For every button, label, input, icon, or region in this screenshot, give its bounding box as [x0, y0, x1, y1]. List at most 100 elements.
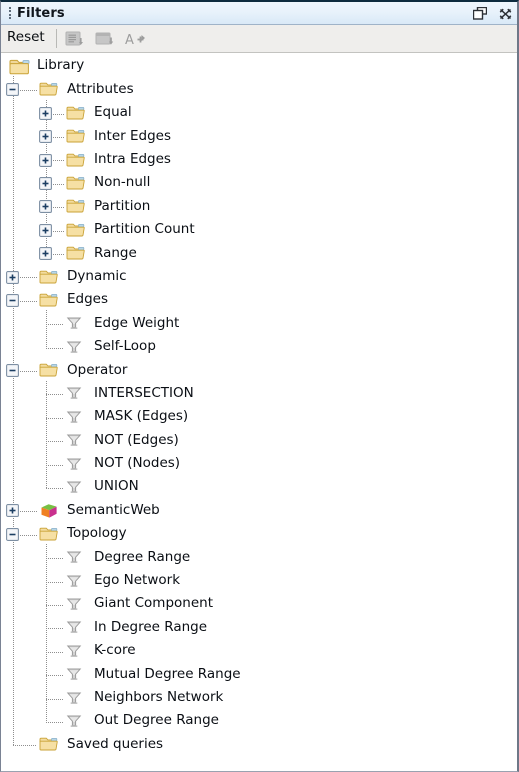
- tree-item-label: Attributes: [67, 80, 134, 97]
- filter-funnel-icon: [66, 666, 82, 682]
- tree-item[interactable]: SemanticWeb: [1, 499, 517, 522]
- tree-item[interactable]: In Degree Range: [1, 616, 517, 639]
- filter-funnel-icon: [66, 315, 82, 331]
- tree-collapse-icon[interactable]: [6, 527, 19, 541]
- tree-item-label: Intra Edges: [94, 151, 171, 167]
- tree-item-label: NOT (Edges): [94, 431, 179, 448]
- tree-root-item[interactable]: Library: [1, 55, 517, 78]
- tree-item[interactable]: Giant Component: [1, 593, 517, 616]
- filter-funnel-icon: [66, 432, 82, 448]
- tree-item[interactable]: Edges: [1, 289, 517, 312]
- filter-funnel-icon: [66, 690, 82, 706]
- tree-expand-icon[interactable]: [39, 130, 52, 144]
- filter-funnel-icon: [66, 619, 82, 635]
- tree-item[interactable]: Inter Edges: [1, 125, 517, 148]
- tree-item-label: Mutual Degree Range: [94, 665, 241, 682]
- tree-item[interactable]: Attributes: [1, 78, 517, 101]
- folder-icon: [39, 292, 59, 308]
- export-table-icon[interactable]: [93, 28, 119, 50]
- tree-expand-icon[interactable]: [39, 247, 52, 261]
- tree-item[interactable]: Degree Range: [1, 546, 517, 569]
- tree-item[interactable]: Intra Edges: [1, 149, 517, 172]
- float-window-icon[interactable]: [472, 6, 488, 22]
- font-size-icon[interactable]: A: [123, 28, 149, 50]
- filter-funnel-icon: [66, 713, 82, 729]
- tree-item-label: SemanticWeb: [67, 501, 160, 518]
- tree-item-label: Non-null: [94, 174, 151, 191]
- tree-item-label: K-core: [94, 642, 136, 659]
- folder-icon: [39, 362, 59, 378]
- tree-collapse-icon[interactable]: [6, 293, 19, 307]
- tree-expand-icon[interactable]: [6, 270, 19, 284]
- filters-toolbar: Reset A: [1, 25, 517, 53]
- reset-button[interactable]: Reset: [2, 30, 51, 47]
- folder-icon: [66, 245, 86, 261]
- tree-item-label: MASK (Edges): [94, 408, 189, 425]
- filters-tree[interactable]: Library Attributes Equal Inter Edges Intra E…: [1, 53, 517, 771]
- tree-item-label: Inter Edges: [94, 127, 171, 144]
- tree-item[interactable]: Edge Weight: [1, 312, 517, 335]
- tree-item[interactable]: Mutual Degree Range: [1, 663, 517, 686]
- panel-title: Filters: [17, 5, 65, 21]
- filter-funnel-icon: [66, 456, 82, 472]
- tree-item-label: Topology: [67, 525, 127, 542]
- folder-icon: [66, 105, 86, 121]
- filters-panel: Filters Reset A Library Attributes Equal…: [0, 0, 519, 772]
- tree-item[interactable]: Topology: [1, 523, 517, 546]
- tree-item-label: INTERSECTION: [94, 384, 194, 401]
- tree-item[interactable]: Dynamic: [1, 266, 517, 289]
- folder-open-icon: [9, 58, 31, 76]
- tree-item-label: NOT (Nodes): [94, 455, 181, 472]
- filter-funnel-icon: [66, 409, 82, 425]
- tree-expand-icon[interactable]: [39, 200, 52, 214]
- tree-item[interactable]: UNION: [1, 476, 517, 499]
- tree-item-label: Edge Weight: [94, 314, 180, 331]
- filter-funnel-icon: [66, 573, 82, 589]
- export-report-icon[interactable]: [63, 28, 89, 50]
- folder-icon: [66, 198, 86, 214]
- tree-item[interactable]: Out Degree Range: [1, 710, 517, 733]
- folder-icon: [66, 175, 86, 191]
- tree-item[interactable]: Neighbors Network: [1, 687, 517, 710]
- tree-expand-icon[interactable]: [39, 153, 52, 167]
- tree-item[interactable]: Self-Loop: [1, 336, 517, 359]
- close-icon[interactable]: [497, 6, 513, 22]
- tree-item[interactable]: NOT (Edges): [1, 429, 517, 452]
- folder-icon: [66, 222, 86, 238]
- tree-item[interactable]: Range: [1, 242, 517, 265]
- filter-funnel-icon: [66, 385, 82, 401]
- tree-item[interactable]: NOT (Nodes): [1, 453, 517, 476]
- filter-funnel-icon: [66, 339, 82, 355]
- tree-collapse-icon[interactable]: [6, 83, 19, 97]
- tree-item[interactable]: Non-null: [1, 172, 517, 195]
- tree-item[interactable]: Saved queries: [1, 733, 517, 756]
- tree-item[interactable]: Ego Network: [1, 570, 517, 593]
- tree-item-label: Edges: [67, 291, 109, 308]
- tree-item[interactable]: Partition Count: [1, 219, 517, 242]
- tree-collapse-icon[interactable]: [6, 364, 19, 378]
- tree-item[interactable]: Operator: [1, 359, 517, 382]
- tree-expand-icon[interactable]: [39, 223, 52, 237]
- panel-titlebar[interactable]: Filters: [1, 2, 517, 25]
- folder-icon: [66, 152, 86, 168]
- tree-expand-icon[interactable]: [6, 504, 19, 518]
- tree-item-label: Degree Range: [94, 548, 191, 565]
- tree-item-label: Neighbors Network: [94, 688, 224, 705]
- tree-item[interactable]: INTERSECTION: [1, 382, 517, 405]
- folder-icon: [39, 81, 59, 97]
- tree-item[interactable]: MASK (Edges): [1, 406, 517, 429]
- toolbar-separator: [55, 29, 57, 48]
- tree-item[interactable]: K-core: [1, 640, 517, 663]
- drag-dots-icon[interactable]: [5, 6, 14, 20]
- svg-text:A: A: [125, 33, 134, 48]
- folder-icon: [39, 736, 59, 752]
- tree-item-label: Equal: [94, 104, 132, 121]
- tree-expand-icon[interactable]: [39, 106, 52, 120]
- tree-item-label: Partition: [94, 197, 151, 214]
- tree-expand-icon[interactable]: [39, 177, 52, 190]
- tree-item-label: Partition Count: [94, 221, 195, 238]
- semantic-cube-icon: [39, 502, 59, 520]
- tree-item[interactable]: Partition: [1, 195, 517, 218]
- tree-item[interactable]: Equal: [1, 102, 517, 125]
- filter-funnel-icon: [66, 596, 82, 612]
